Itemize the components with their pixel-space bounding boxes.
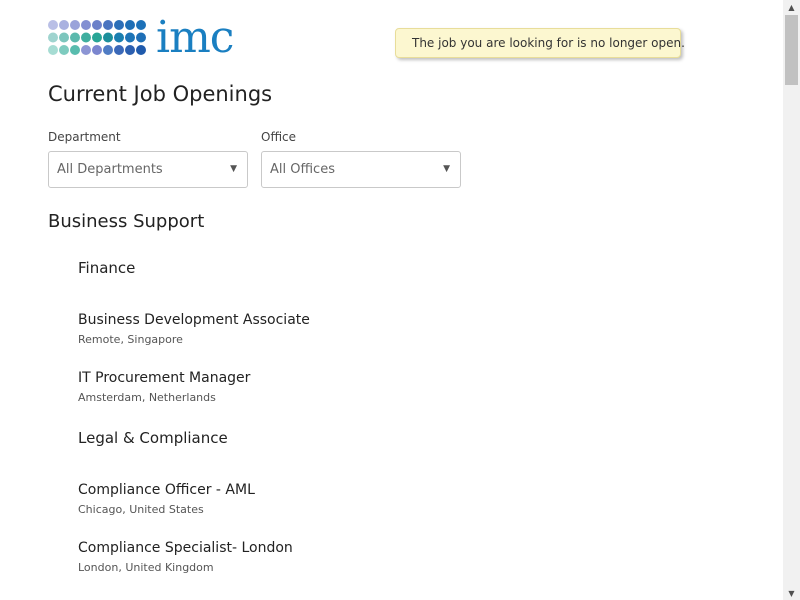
- section-title: Business Support: [48, 211, 205, 232]
- logo-dot: [136, 20, 146, 30]
- scroll-down-arrow-icon[interactable]: ▼: [783, 586, 800, 600]
- logo-dot: [48, 45, 58, 55]
- job-title-link[interactable]: IT Procurement Manager: [78, 370, 250, 387]
- job-board-page: imc The job you are looking for is no lo…: [0, 0, 800, 600]
- logo-dot: [114, 20, 124, 30]
- scroll-up-arrow-icon[interactable]: ▲: [783, 0, 800, 14]
- notice-text: The job you are looking for is no longer…: [412, 36, 685, 50]
- department-heading-legal-compliance: Legal & Compliance: [78, 429, 228, 447]
- logo-dot: [125, 45, 135, 55]
- logo-text: imc: [156, 12, 234, 63]
- logo-dot: [92, 20, 102, 30]
- logo-dot: [114, 32, 124, 43]
- page-title: Current Job Openings: [48, 82, 273, 106]
- logo-dot: [70, 45, 80, 55]
- logo-dot: [48, 20, 58, 30]
- department-filter: Department All Departments ▼: [48, 130, 248, 188]
- logo-dot: [92, 32, 102, 43]
- chevron-down-icon: ▼: [443, 164, 450, 174]
- logo-dot: [136, 32, 146, 43]
- job-title-link[interactable]: Business Development Associate: [78, 312, 310, 329]
- logo-dot: [81, 20, 91, 30]
- logo-dot: [103, 32, 113, 43]
- logo-dot: [59, 45, 69, 55]
- logo-dot: [103, 20, 113, 30]
- logo-dot: [48, 32, 58, 43]
- job-title-link[interactable]: Compliance Officer - AML: [78, 482, 255, 499]
- job-listing: IT Procurement Manager Amsterdam, Nether…: [78, 370, 250, 404]
- logo-dot: [59, 32, 69, 43]
- job-listing: Business Development Associate Remote, S…: [78, 312, 310, 346]
- logo-dot: [92, 45, 102, 55]
- logo-dot: [59, 20, 69, 30]
- office-filter-label: Office: [261, 130, 297, 144]
- job-location: Amsterdam, Netherlands: [78, 391, 216, 404]
- job-closed-notice: The job you are looking for is no longer…: [395, 28, 685, 58]
- office-select-value: All Offices: [270, 162, 335, 177]
- department-heading-finance: Finance: [78, 259, 136, 277]
- job-title-link[interactable]: Compliance Specialist- London: [78, 540, 293, 557]
- logo-dot: [125, 32, 135, 43]
- logo-dot: [114, 45, 124, 55]
- logo-dot: [81, 32, 91, 43]
- logo-dots-icon: [48, 20, 146, 55]
- job-listing: Compliance Specialist- London London, Un…: [78, 540, 293, 574]
- logo-dot: [81, 45, 91, 55]
- department-filter-label: Department: [48, 130, 121, 144]
- job-location: Chicago, United States: [78, 503, 204, 516]
- scrollbar-thumb[interactable]: [785, 15, 798, 85]
- job-location: London, United Kingdom: [78, 561, 214, 574]
- imc-logo[interactable]: imc: [48, 12, 234, 63]
- logo-dot: [125, 20, 135, 30]
- office-filter: Office All Offices ▼: [261, 130, 461, 188]
- vertical-scrollbar[interactable]: ▲ ▼: [783, 0, 800, 600]
- chevron-down-icon: ▼: [230, 164, 237, 174]
- job-listing: Compliance Officer - AML Chicago, United…: [78, 482, 255, 516]
- department-select[interactable]: All Departments ▼: [48, 151, 248, 188]
- office-select[interactable]: All Offices ▼: [261, 151, 461, 188]
- logo-dot: [70, 20, 80, 30]
- job-location: Remote, Singapore: [78, 333, 183, 346]
- department-select-value: All Departments: [57, 162, 163, 177]
- logo-dot: [70, 32, 80, 43]
- logo-dot: [136, 45, 146, 55]
- logo-dot: [103, 45, 113, 55]
